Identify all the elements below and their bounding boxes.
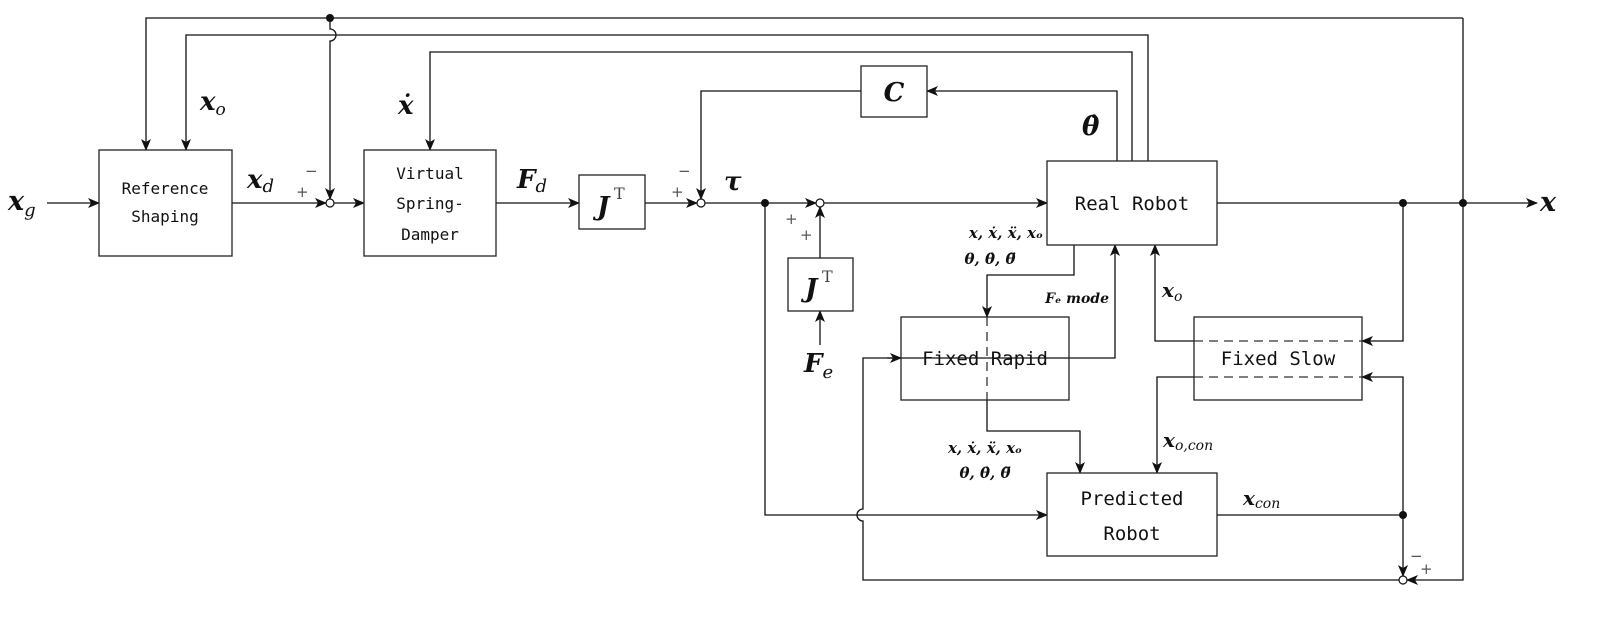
block-predicted-robot: Predicted Robot [1046,472,1218,557]
minus-sign: − [305,162,318,180]
block-real-robot: Real Robot [1046,160,1218,246]
label-f-d: Fd [516,165,547,197]
label-x-dot: ẋ [397,91,414,121]
signal-labels: xg xo ẋ xd Fd τ θ̇ Fe x x, ẋ, ẍ, xₒ θ, θ… [7,87,1557,512]
block-fixed-rapid: Fixed Rapid [900,316,1070,401]
transpose-symbol: T [614,184,625,203]
block-reference-shaping: Reference Shaping [98,149,233,257]
block-jacobian-transpose: J T [578,174,646,230]
c-symbol: C [884,78,905,108]
label-x-o-con: xo,con [1162,428,1213,454]
label-state-real: x, ẋ, ẍ, xₒ [968,224,1043,242]
plus-sign: + [785,210,798,228]
block-label: Predicted [1081,488,1184,510]
block-label: Damper [401,225,459,244]
plus-sign: + [800,226,813,244]
summing-junction [1398,575,1408,585]
label-theta-dot: θ̇ [1082,112,1100,142]
block-virtual-spring-damper: Virtual Spring- Damper [363,149,497,257]
label-x-g: xg [7,186,36,221]
block-label: Real Robot [1075,193,1189,215]
block-c: C [860,65,928,118]
block-label: Spring- [396,194,463,213]
branch-dot [761,199,769,207]
block-label: Reference [122,179,209,198]
label-x-con: xcon [1242,486,1280,512]
block-label: Shaping [131,207,198,226]
block-force-jacobian-transpose: J T [787,257,854,312]
control-block-diagram: Reference Shaping Virtual Spring- Damper… [7,14,1557,585]
block-label: Fixed Rapid [922,348,1048,370]
branch-dot [326,14,334,22]
block-label: Robot [1103,523,1160,545]
branch-dot [1459,199,1467,207]
summing-junction [696,198,706,208]
label-state-predicted: x, ẋ, ẍ, xₒ [947,439,1022,457]
label-tau: τ [724,167,742,197]
transpose-symbol: T [822,267,833,286]
label-fe-mode: Fₑ mode [1044,291,1109,307]
label-x-o: xo [199,87,226,120]
plus-sign: + [671,183,684,201]
label-joint-state-predicted: θ, θ̇, θ̈ [960,464,1011,482]
summing-junction [325,198,335,208]
block-label: Fixed Slow [1221,348,1336,370]
plus-sign: + [296,183,309,201]
label-x-o-right: xo [1161,278,1182,305]
label-joint-state-real: θ, θ̇, θ̈ [965,250,1016,268]
block-label: Virtual [396,164,463,183]
plus-sign: + [1420,560,1433,578]
branch-dot [1399,511,1407,519]
label-x-d: xd [246,165,274,197]
minus-sign: − [678,162,691,180]
block-fixed-slow: Fixed Slow [1193,316,1363,401]
label-x-output: x [1539,187,1557,218]
summing-junction [815,198,825,208]
branch-dot [1399,199,1407,207]
label-f-e: Fe [803,349,833,383]
